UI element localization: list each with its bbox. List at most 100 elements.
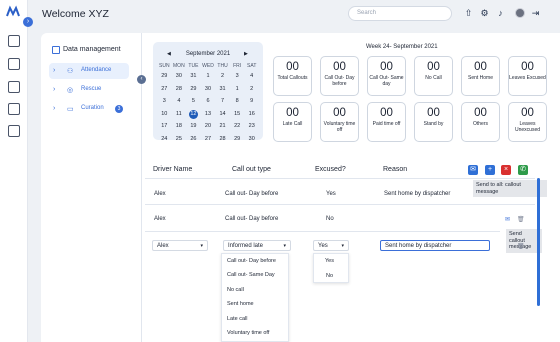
search-doc-icon[interactable] (8, 81, 20, 93)
calendar-day[interactable]: 6 (201, 97, 216, 107)
collapse-sidebar-icon[interactable]: ‹ (137, 75, 146, 84)
message-icon[interactable]: ✉ (468, 165, 478, 175)
calendar-day[interactable]: 21 (215, 122, 230, 132)
stat-card[interactable]: 00 No Call (414, 56, 453, 96)
col-callout-type: Call out type (232, 166, 271, 173)
calendar-day[interactable]: 14 (215, 110, 230, 120)
calendar-day[interactable]: 3 (230, 72, 245, 82)
weekday-label: FRI (233, 63, 242, 69)
calendar-day[interactable]: 15 (230, 110, 245, 120)
whatsapp-icon[interactable]: ✆ (518, 165, 528, 175)
calendar-day[interactable]: 5 (186, 97, 201, 107)
caret-down-icon: ▾ (200, 243, 203, 249)
calendar-day[interactable]: 28 (215, 135, 230, 145)
calendar-day[interactable]: 20 (201, 122, 216, 132)
dropdown-option[interactable]: No call (227, 287, 244, 293)
dashboard-icon[interactable] (8, 35, 20, 47)
calendar-day[interactable]: 2 (244, 85, 259, 95)
document-icon[interactable] (8, 125, 20, 137)
calendar-day[interactable]: 26 (186, 135, 201, 145)
stat-card[interactable]: 00 Call Out- Same day (367, 56, 406, 96)
calendar-day[interactable]: 2 (215, 72, 230, 82)
calendar-day[interactable]: 16 (244, 110, 259, 120)
callout-type-select[interactable]: Informed late ▾ (223, 240, 291, 251)
calendar-day[interactable]: 10 (157, 110, 172, 120)
calendar-day[interactable]: 19 (186, 122, 201, 132)
calendar-day[interactable]: 13 (201, 110, 216, 120)
calendar-day[interactable]: 31 (186, 72, 201, 82)
send-message-icon[interactable]: ✉ (505, 216, 510, 223)
calendar-day[interactable]: 4 (172, 97, 187, 107)
calendar-day[interactable]: 30 (201, 85, 216, 95)
calendar-day[interactable]: 18 (172, 122, 187, 132)
trash-icon[interactable]: 🗑 (517, 216, 525, 223)
stat-card[interactable]: 00 Leaves Unexcused (508, 102, 547, 142)
calendar-day[interactable]: 3 (157, 97, 172, 107)
calendar-day[interactable]: 7 (215, 97, 230, 107)
trash-icon[interactable]: 🗑 (517, 243, 525, 250)
calendar-day[interactable]: 24 (157, 135, 172, 145)
dropdown-option[interactable]: Late call (227, 316, 248, 322)
message-icon[interactable] (8, 58, 20, 70)
stat-card[interactable]: 00 Leaves Excused (508, 56, 547, 96)
calendar-day[interactable]: 8 (230, 97, 245, 107)
callout-type-cell: Call out- Day before (225, 216, 279, 222)
sidebar-item-attendance[interactable]: › ⚇ Attendance (49, 63, 129, 79)
next-month-icon[interactable]: ▶ (244, 51, 248, 57)
stat-card[interactable]: 00 Others (461, 102, 500, 142)
logout-icon[interactable]: ⇥ (531, 9, 540, 18)
dropdown-option[interactable]: Call out- Same Day (227, 272, 275, 278)
calendar-day[interactable]: 30 (172, 72, 187, 82)
sidebar-title: Data management (63, 46, 121, 53)
stat-card[interactable]: 00 Paid time off (367, 102, 406, 142)
stat-card[interactable]: 00 Call Out- Day before (320, 56, 359, 96)
calendar-day[interactable]: 27 (157, 85, 172, 95)
stat-card[interactable]: 00 Sent Home (461, 56, 500, 96)
calendar-day[interactable]: 29 (230, 135, 245, 145)
calendar-day[interactable]: 27 (201, 135, 216, 145)
gear-icon[interactable]: ⚙ (480, 9, 489, 18)
avatar[interactable] (515, 8, 525, 18)
calendar-day[interactable]: 31 (215, 85, 230, 95)
calendar-day[interactable]: 11 (172, 110, 187, 120)
sidebar-item-curation[interactable]: › ▭ Curation 3 (49, 101, 129, 117)
excused-select[interactable]: Yes ▾ (313, 240, 349, 251)
calendar-day[interactable]: 1 (230, 85, 245, 95)
rail-expand-icon[interactable]: › (23, 17, 33, 27)
stat-card[interactable]: 00 Stand by (414, 102, 453, 142)
calendar-day[interactable]: 30 (244, 135, 259, 145)
delete-button[interactable]: × (501, 165, 511, 175)
driver-select[interactable]: Alex ▾ (152, 240, 208, 251)
dropdown-option[interactable]: Voluntary time off (227, 330, 269, 336)
calendar-day[interactable]: 4 (244, 72, 259, 82)
dropdown-option[interactable]: Yes (325, 258, 334, 264)
calendar-day[interactable]: 29 (157, 72, 172, 82)
calendar-day[interactable]: 1 (201, 72, 216, 82)
stat-card[interactable]: 00 Late Call (273, 102, 312, 142)
stat-card[interactable]: 00 Voluntary time off (320, 102, 359, 142)
col-reason: Reason (383, 166, 408, 173)
sidebar-item-rescue[interactable]: › ◎ Rescue (49, 82, 129, 98)
add-button[interactable]: + (485, 165, 495, 175)
bell-icon[interactable]: ♪ (496, 9, 505, 18)
calendar-day[interactable]: 28 (172, 85, 187, 95)
search-input[interactable]: Search (348, 6, 452, 21)
calendar-day[interactable]: 9 (244, 97, 259, 107)
weekday-label: MON (173, 63, 185, 69)
calendar-day[interactable]: 12 (186, 109, 201, 120)
scrollbar[interactable] (537, 178, 540, 306)
calendar-day[interactable]: 22 (230, 122, 245, 132)
folder-icon: ▭ (67, 106, 74, 113)
dropdown-option[interactable]: No (326, 273, 333, 279)
dropdown-option[interactable]: Sent home (227, 301, 254, 307)
reason-input[interactable]: Sent home by dispatcher (380, 240, 490, 251)
calendar-day[interactable]: 29 (186, 85, 201, 95)
upload-icon[interactable]: ⇧ (464, 9, 473, 18)
stat-card[interactable]: 00 Total Callouts (273, 56, 312, 96)
payment-icon[interactable] (8, 103, 20, 115)
dropdown-option[interactable]: Call out- Day before (227, 258, 276, 264)
row-divider (145, 204, 535, 205)
calendar-day[interactable]: 17 (157, 122, 172, 132)
calendar-day[interactable]: 25 (172, 135, 187, 145)
calendar-day[interactable]: 23 (244, 122, 259, 132)
